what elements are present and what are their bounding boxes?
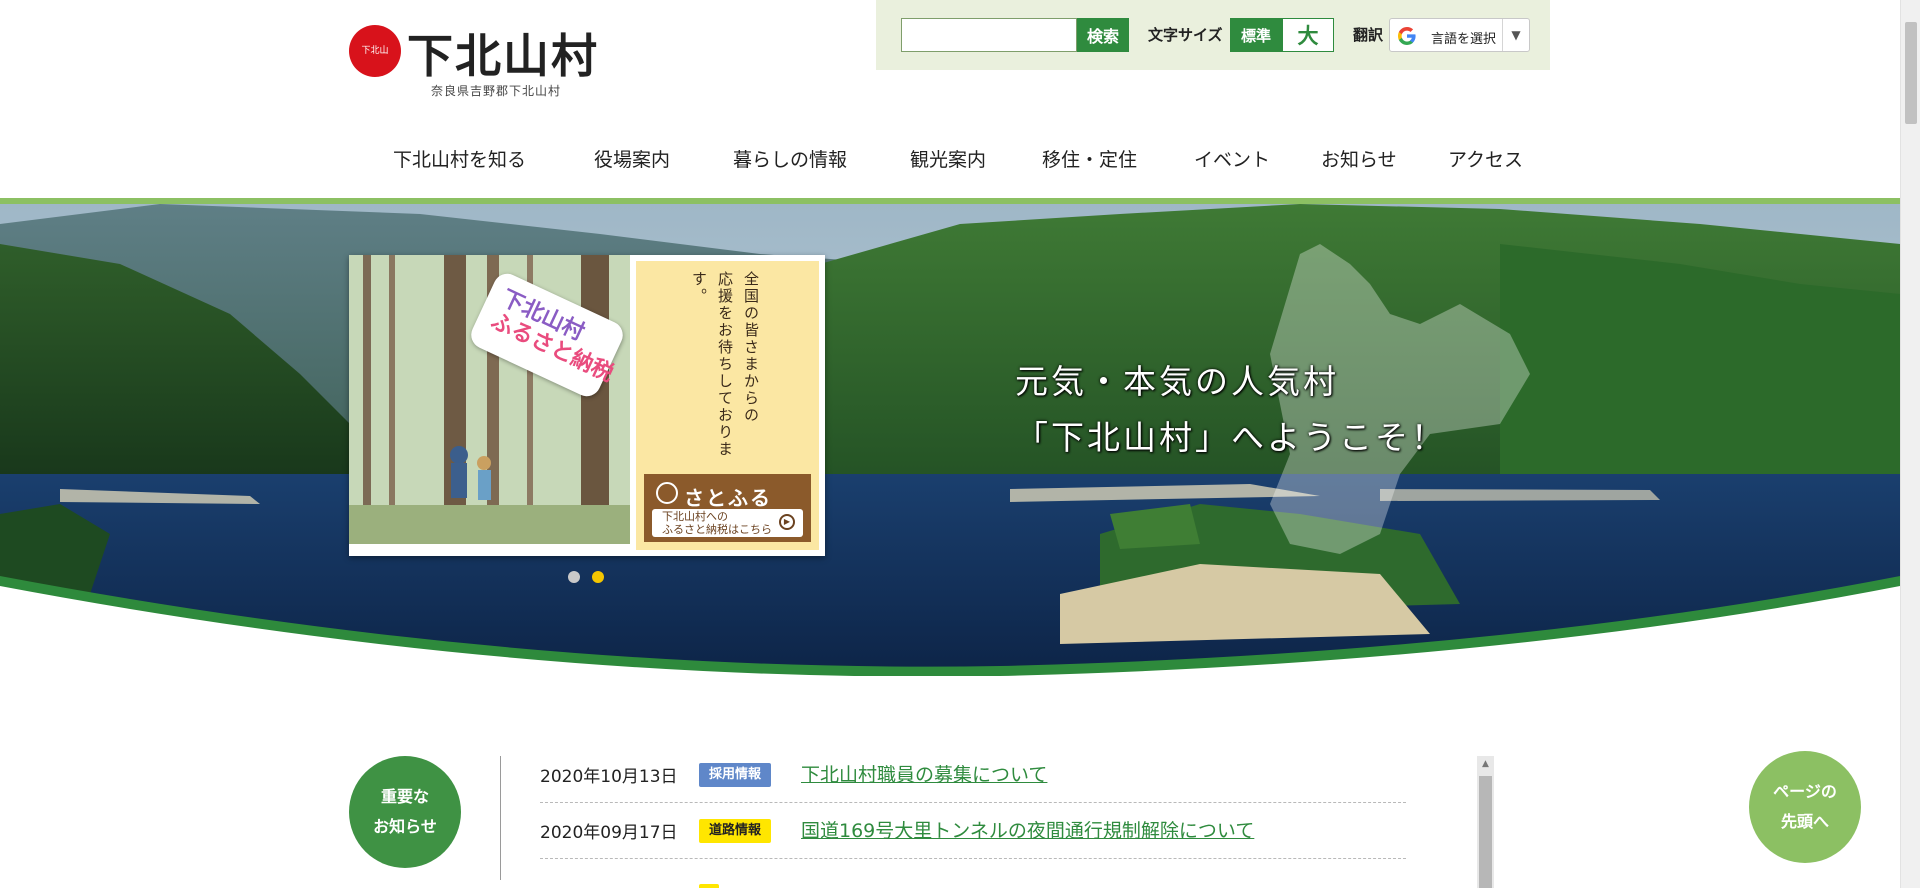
nav-item-about[interactable]: 下北山村を知る xyxy=(393,145,526,172)
language-select[interactable]: 言語を選択 ▼ xyxy=(1389,18,1530,52)
news-scrollbar-thumb[interactable] xyxy=(1479,776,1492,888)
nav-item-office[interactable]: 役場案内 xyxy=(594,145,670,172)
site-title: 下北山村 xyxy=(407,29,599,83)
nav-item-living[interactable]: 暮らしの情報 xyxy=(733,145,847,172)
news-date: 2020年10月13日 xyxy=(540,767,678,787)
news-item: 2020年09月17日 道路情報 国道169号大里トンネルの夜間通行規制解除につ… xyxy=(540,802,1406,859)
category-badge-partial xyxy=(699,884,719,888)
nav-item-access[interactable]: アクセス xyxy=(1448,145,1523,172)
site-subtitle: 奈良県吉野郡下北山村 xyxy=(431,84,562,98)
hero-slider: 下北山村 ふるさと納税 全国の皆さまからの 応援をお待ちしております。 さとふる 下… xyxy=(0,204,1900,676)
category-badge-recruit: 採用情報 xyxy=(699,763,772,787)
satofuru-logo-icon xyxy=(656,482,678,504)
play-icon: ▶ xyxy=(779,514,795,530)
font-size-standard-button[interactable]: 標準 xyxy=(1230,18,1282,52)
page-scrollbar-thumb[interactable] xyxy=(1905,22,1917,124)
category-badge-road: 道路情報 xyxy=(699,819,772,843)
satofuru-logo-text: さとふる xyxy=(684,486,772,510)
news-date: 2020年09月17日 xyxy=(540,823,678,843)
news-link[interactable]: 国道169号大里トンネルの夜間通行規制解除について xyxy=(801,816,1254,843)
translate-label: 翻訳 xyxy=(1353,26,1384,44)
site-logo[interactable]: 下北山 下北山村 奈良県吉野郡下北山村 xyxy=(349,22,609,100)
news-divider xyxy=(500,756,501,880)
hero-landscape xyxy=(0,204,1900,676)
nav-item-tourism[interactable]: 観光案内 xyxy=(910,145,986,172)
news-item: 2020年10月13日 採用情報 下北山村職員の募集について xyxy=(540,746,1406,803)
page-scrollbar[interactable] xyxy=(1900,0,1920,888)
news-scrollbar[interactable]: ▲ xyxy=(1477,756,1494,888)
banner-message-panel: 全国の皆さまからの 応援をお待ちしております。 さとふる 下北山村への ふるさと納… xyxy=(636,261,819,550)
banner-copy: 全国の皆さまからの 応援をお待ちしております。 xyxy=(690,271,760,458)
nav-item-events[interactable]: イベント xyxy=(1194,145,1270,172)
font-size-large-button[interactable]: 大 xyxy=(1282,18,1334,52)
satofuru-link[interactable]: さとふる 下北山村への ふるさと納税はこちら ▶ xyxy=(644,474,811,542)
language-select-label: 言語を選択 xyxy=(1431,32,1497,47)
scroll-up-arrow-icon[interactable]: ▲ xyxy=(1477,756,1494,773)
global-navigation: 下北山村を知る 役場案内 暮らしの情報 観光案内 移住・定住 イベント お知らせ… xyxy=(0,136,1900,176)
news-item-partial xyxy=(540,858,1406,888)
village-seal-icon: 下北山 xyxy=(349,25,401,77)
page-top-button[interactable]: ページの 先頭へ xyxy=(1749,751,1861,863)
search-button[interactable]: 検索 xyxy=(1077,18,1129,52)
google-icon xyxy=(1398,27,1416,45)
search-input[interactable] xyxy=(901,18,1077,52)
nav-item-news[interactable]: お知らせ xyxy=(1321,145,1397,172)
dropdown-arrow-icon: ▼ xyxy=(1502,19,1529,51)
satofuru-button[interactable]: 下北山村への ふるさと納税はこちら ▶ xyxy=(652,509,803,537)
font-size-label: 文字サイズ xyxy=(1148,26,1223,44)
utility-toolbar: 検索 文字サイズ 標準 大 翻訳 言語を選択 ▼ xyxy=(876,0,1550,70)
furusato-tax-banner[interactable]: 下北山村 ふるさと納税 全国の皆さまからの 応援をお待ちしております。 さとふる 下… xyxy=(349,255,825,556)
slider-dot-1[interactable] xyxy=(568,571,580,583)
nav-item-migration[interactable]: 移住・定住 xyxy=(1042,145,1137,172)
important-notice-badge: 重要な お知らせ xyxy=(349,756,461,868)
hero-welcome-message: 元気・本気の人気村 「下北山村」へようこそ！ xyxy=(1015,362,1447,457)
news-link[interactable]: 下北山村職員の募集について xyxy=(801,760,1047,787)
slider-dot-2-active[interactable] xyxy=(592,571,604,583)
